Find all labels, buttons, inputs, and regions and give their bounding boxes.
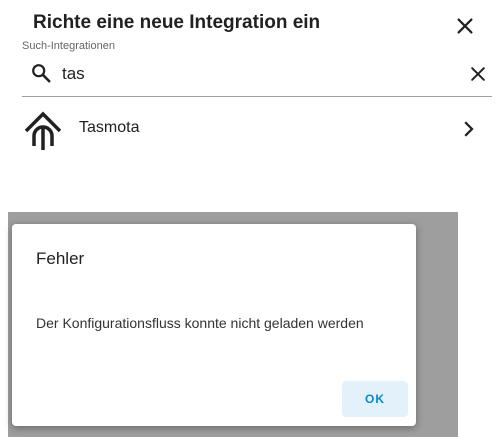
ok-button[interactable]: OK — [342, 381, 408, 417]
dialog-title: Richte eine neue Integration ein — [33, 12, 321, 33]
tasmota-logo-icon — [24, 111, 62, 150]
close-icon[interactable] — [454, 15, 476, 37]
error-message: Der Konfigurationsfluss konnte nicht gel… — [36, 315, 364, 331]
integration-name: Tasmota — [79, 119, 140, 136]
search-label: Such-Integrationen — [22, 40, 115, 52]
clear-search-icon[interactable] — [468, 64, 488, 84]
chevron-right-icon — [464, 121, 474, 137]
error-title: Fehler — [36, 249, 85, 268]
search-field — [22, 56, 492, 97]
list-item[interactable]: Tasmota — [0, 100, 499, 160]
error-dialog: Fehler Der Konfigurationsfluss konnte ni… — [12, 224, 416, 426]
search-icon — [32, 64, 51, 83]
search-input[interactable] — [62, 62, 442, 86]
